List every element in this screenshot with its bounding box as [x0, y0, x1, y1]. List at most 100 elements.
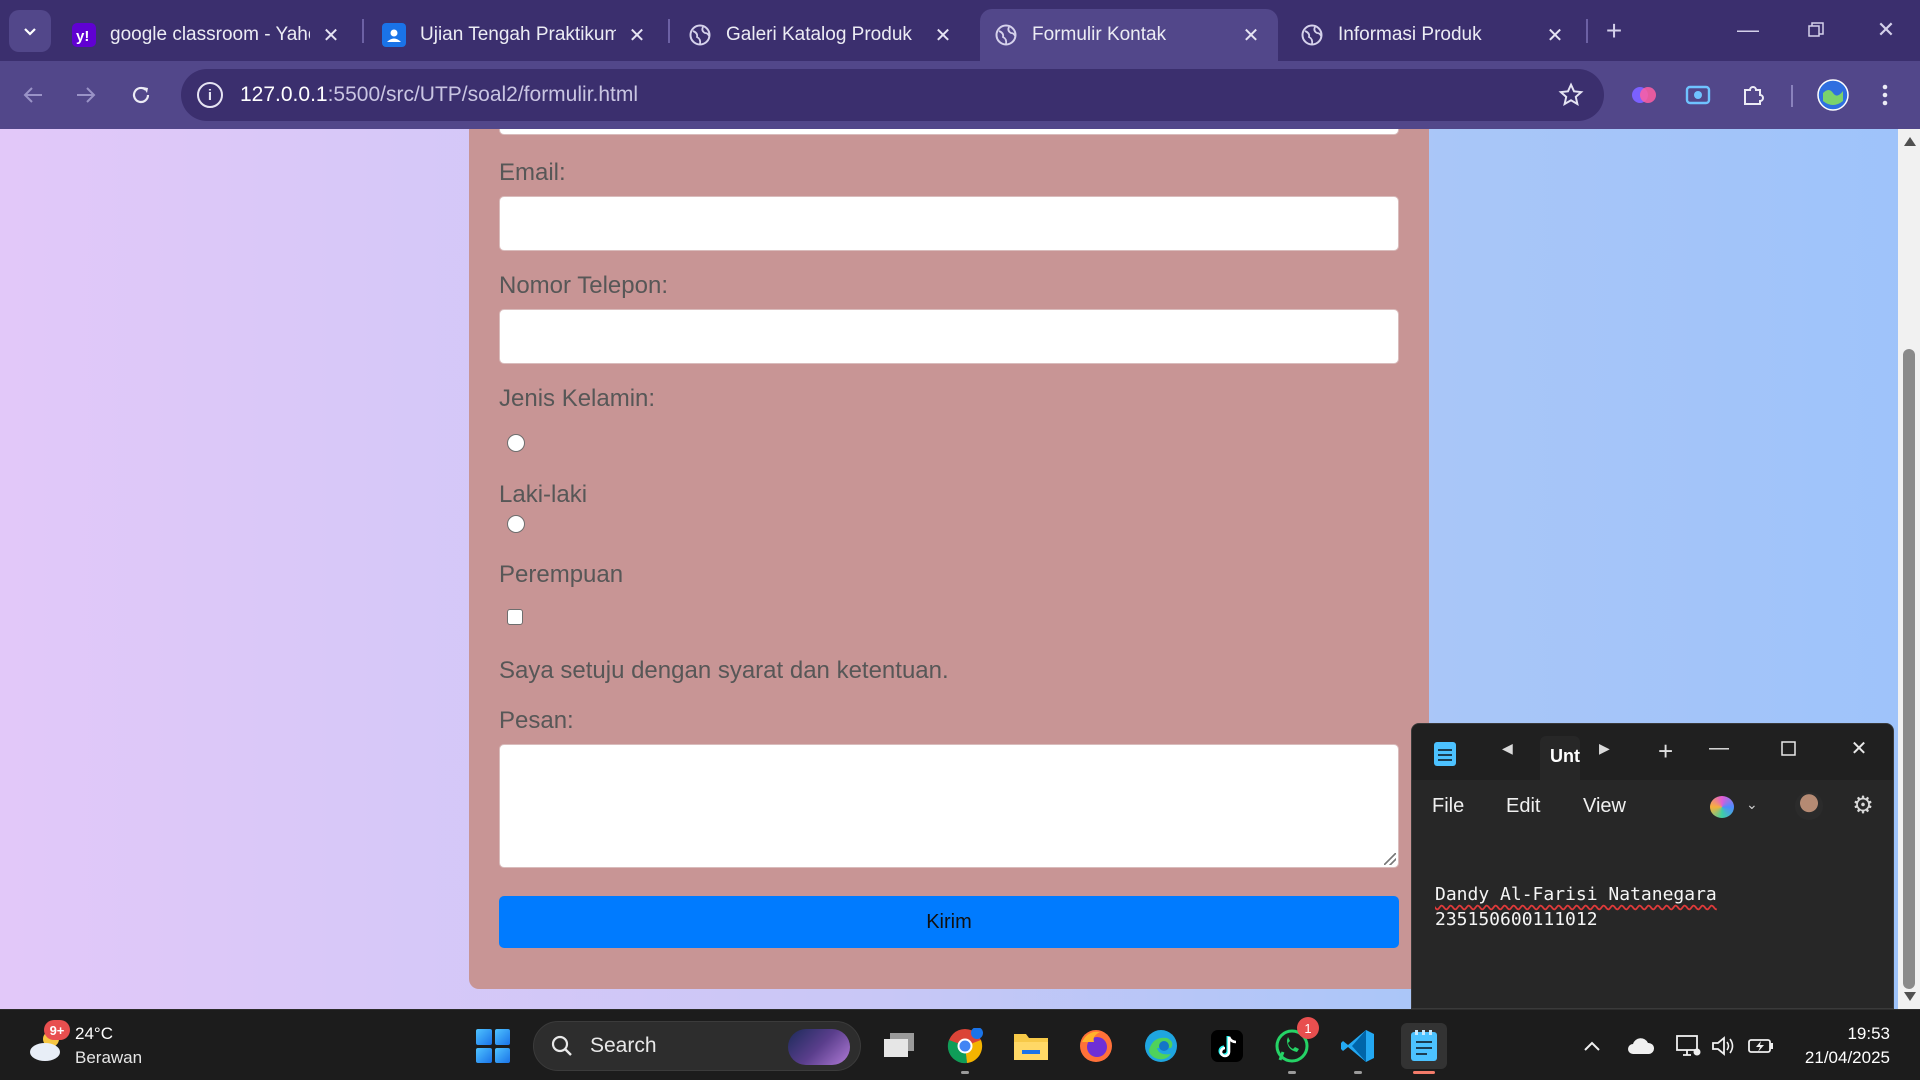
search-icon	[551, 1035, 572, 1056]
notepad-menubar: File Edit View ⌄ ⚙	[1412, 780, 1893, 832]
tab-title: Formulir Kontak	[1032, 24, 1167, 45]
task-view-icon	[884, 1033, 914, 1057]
minimize-button[interactable]: —	[1728, 12, 1768, 48]
tab-formulir-kontak[interactable]: Formulir Kontak ✕	[980, 9, 1278, 61]
clock-date: 21/04/2025	[1804, 1048, 1890, 1067]
account-avatar[interactable]	[1795, 792, 1823, 820]
plus-icon: +	[1605, 15, 1623, 46]
email-field[interactable]	[499, 196, 1399, 251]
start-button[interactable]	[476, 1029, 510, 1063]
clock-time: 19:53	[1847, 1024, 1890, 1043]
menu-view[interactable]: View	[1583, 795, 1626, 818]
name-field[interactable]	[499, 129, 1399, 135]
close-window-button[interactable]: ✕	[1866, 12, 1906, 48]
profile-avatar-icon[interactable]	[1814, 76, 1852, 114]
extension-brain-icon[interactable]	[1625, 76, 1663, 114]
tab-ujian-tengah[interactable]: Ujian Tengah Praktikum Pemrograman Web ✕	[368, 9, 664, 61]
minimize-icon: —	[1737, 17, 1759, 42]
terms-checkbox[interactable]	[507, 609, 523, 625]
settings-gear-icon[interactable]: ⚙	[1850, 792, 1876, 819]
tab-title: Ujian Tengah Praktikum Pemrograman Web	[420, 24, 616, 45]
notepad-maximize-button[interactable]	[1770, 732, 1806, 764]
running-indicator	[961, 1071, 969, 1074]
phone-field[interactable]	[499, 309, 1399, 364]
restore-button[interactable]	[1796, 12, 1836, 48]
extensions-puzzle-icon[interactable]	[1734, 76, 1772, 114]
notepad-tab[interactable]: Untitled	[1540, 736, 1580, 780]
tab-title: Informasi Produk	[1338, 24, 1482, 45]
close-icon[interactable]: ✕	[930, 22, 956, 48]
submit-button[interactable]: Kirim	[499, 896, 1399, 948]
volume-icon[interactable]	[1709, 1032, 1737, 1060]
copilot-icon[interactable]	[1710, 796, 1734, 818]
taskbar-notepad[interactable]	[1401, 1023, 1447, 1074]
browser-toolbar: i 127.0.0.1:5500/src/UTP/soal2/formulir.…	[0, 61, 1920, 129]
address-bar[interactable]: i 127.0.0.1:5500/src/UTP/soal2/formulir.…	[181, 69, 1604, 121]
tab-scroll-right-icon[interactable]: ▶	[1599, 740, 1610, 757]
tab-separator	[362, 19, 364, 43]
notepad-icon	[1411, 1030, 1437, 1061]
tab-informasi-produk[interactable]: Informasi Produk ✕	[1286, 9, 1582, 61]
onedrive-cloud-icon[interactable]	[1627, 1032, 1655, 1060]
taskbar-search[interactable]: Search	[533, 1021, 861, 1071]
bookmark-star-icon[interactable]	[1558, 82, 1584, 108]
battery-charging-icon[interactable]	[1747, 1032, 1775, 1060]
tab-galeri-katalog[interactable]: Galeri Katalog Produk ✕	[674, 9, 970, 61]
gender-radio-male[interactable]	[507, 434, 525, 452]
scroll-up-arrow-icon[interactable]	[1904, 137, 1916, 146]
contact-form-card: Email: Nomor Telepon: Jenis Kelamin: Lak…	[469, 129, 1429, 989]
menu-edit[interactable]: Edit	[1506, 795, 1540, 818]
tab-search-button[interactable]	[9, 10, 51, 52]
site-info-icon[interactable]: i	[197, 82, 223, 108]
browser-menu-button[interactable]	[1866, 76, 1904, 114]
notepad-close-button[interactable]: ✕	[1841, 732, 1877, 764]
gender-label: Jenis Kelamin:	[499, 385, 656, 412]
taskbar-firefox[interactable]	[1073, 1023, 1119, 1069]
close-icon[interactable]: ✕	[318, 22, 344, 48]
gender-option-label: Perempuan	[499, 561, 624, 588]
taskbar-vscode[interactable]	[1335, 1023, 1381, 1074]
close-icon[interactable]: ✕	[624, 22, 650, 48]
tab-scroll-left-icon[interactable]: ◀	[1502, 740, 1513, 757]
network-icon[interactable]	[1674, 1032, 1702, 1060]
show-hidden-icons-chevron-icon[interactable]	[1578, 1032, 1606, 1060]
close-icon[interactable]: ✕	[1238, 22, 1264, 48]
forward-button[interactable]	[64, 73, 108, 117]
tab-separator	[668, 19, 670, 43]
new-tab-button[interactable]: +	[1597, 14, 1631, 48]
scrollbar-thumb[interactable]	[1903, 349, 1915, 989]
taskbar-file-explorer[interactable]	[1008, 1023, 1054, 1069]
notepad-text-area[interactable]: Dandy Al-Farisi Natanegara 2351506001110…	[1435, 882, 1717, 932]
chevron-down-icon[interactable]: ⌄	[1746, 796, 1758, 813]
email-label: Email:	[499, 159, 566, 186]
page-scrollbar[interactable]	[1898, 129, 1920, 1009]
taskbar-tiktok[interactable]	[1204, 1023, 1250, 1069]
tab-yahoo-search[interactable]: y! google classroom - Yahoo Search Resul…	[58, 9, 358, 61]
taskbar-clock[interactable]: 19:53 21/04/2025	[1805, 1022, 1890, 1070]
tab-title: Galeri Katalog Produk	[726, 24, 912, 45]
url-text[interactable]: 127.0.0.1:5500/src/UTP/soal2/formulir.ht…	[240, 83, 638, 107]
tiktok-icon	[1211, 1030, 1243, 1062]
firefox-icon	[1080, 1030, 1112, 1062]
scroll-down-arrow-icon[interactable]	[1904, 992, 1916, 1001]
resize-grip-icon[interactable]	[1384, 853, 1396, 865]
running-indicator	[1413, 1071, 1435, 1074]
taskbar-edge[interactable]	[1138, 1023, 1184, 1069]
globe-icon	[1300, 23, 1324, 47]
reload-button[interactable]	[119, 73, 163, 117]
message-textarea[interactable]	[499, 744, 1399, 868]
taskbar-whatsapp[interactable]: 1	[1269, 1017, 1319, 1074]
new-tab-plus-icon[interactable]: +	[1658, 736, 1673, 767]
close-icon[interactable]: ✕	[1542, 22, 1568, 48]
extension-screen-capture-icon[interactable]	[1679, 76, 1717, 114]
notepad-minimize-button[interactable]: —	[1701, 732, 1737, 764]
minimize-icon: —	[1709, 736, 1729, 759]
taskbar-task-view[interactable]	[876, 1023, 922, 1069]
menu-file[interactable]: File	[1432, 795, 1464, 818]
search-placeholder: Search	[590, 1034, 657, 1057]
back-button[interactable]	[11, 73, 55, 117]
globe-icon	[994, 23, 1018, 47]
gender-radio-female[interactable]	[507, 515, 525, 533]
chevron-down-icon	[24, 28, 36, 36]
taskbar-chrome[interactable]	[942, 1023, 988, 1074]
